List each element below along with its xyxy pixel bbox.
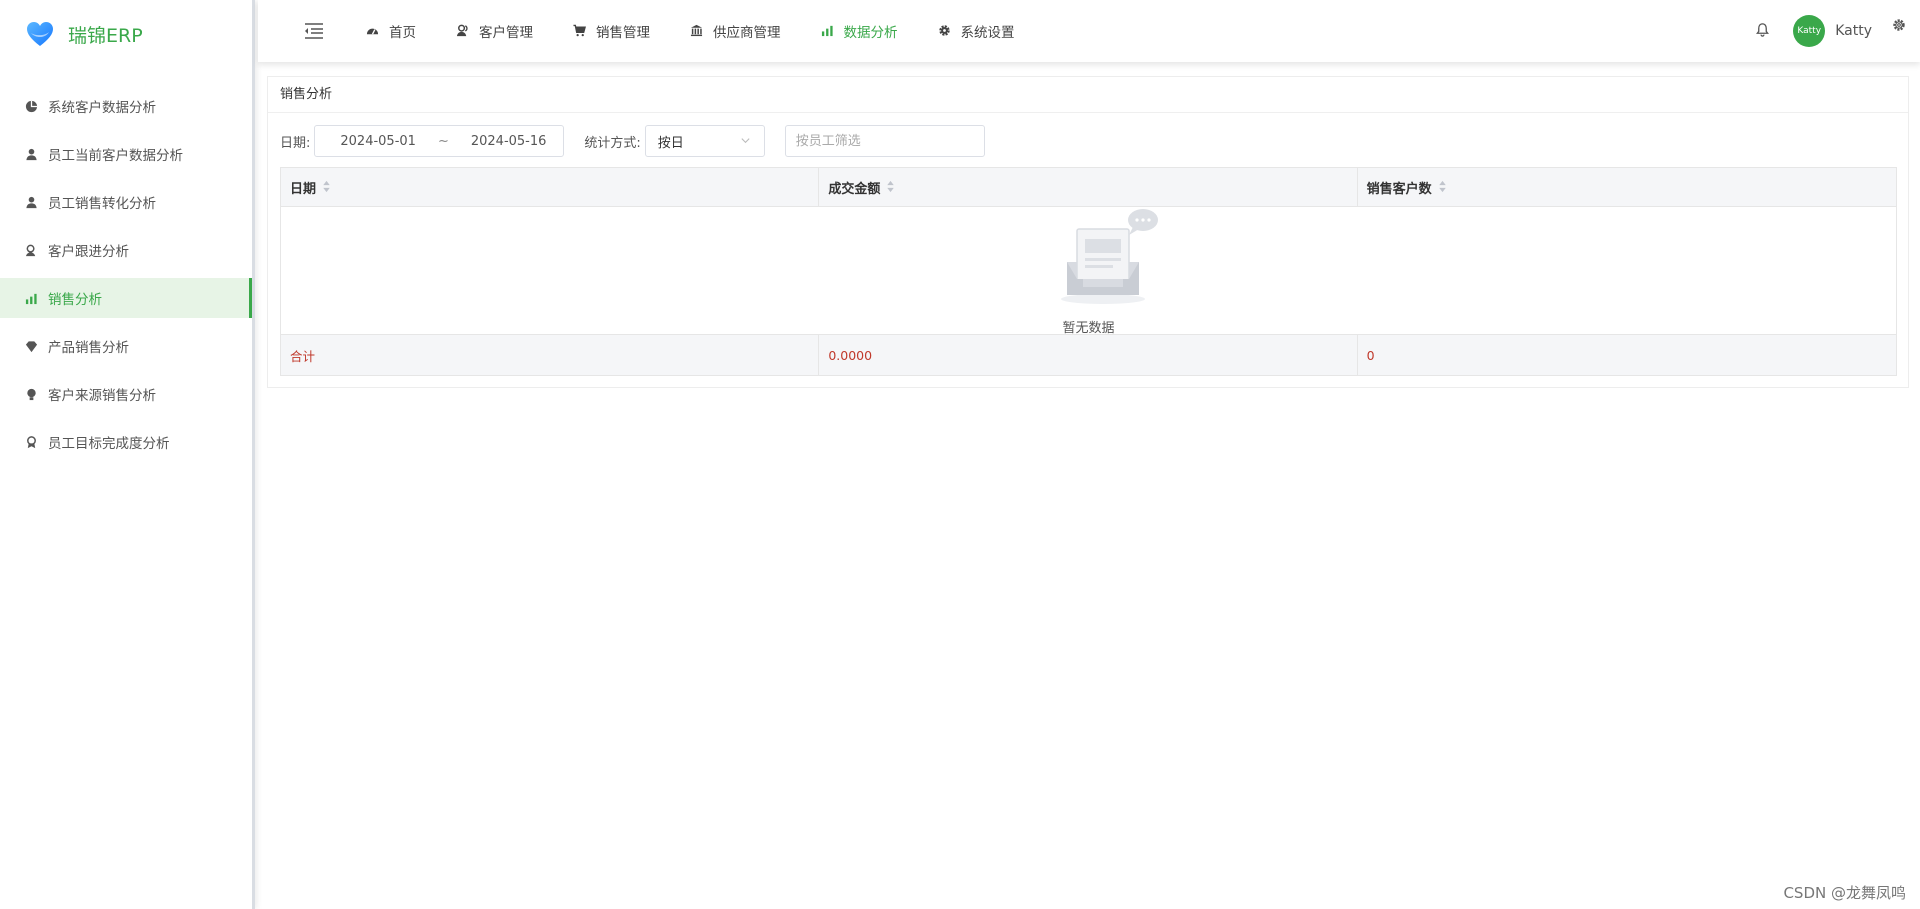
user-icon: [24, 195, 38, 209]
chevron-down-icon: [740, 135, 752, 147]
table-header: 日期 成交金额 销售客户数: [281, 168, 1896, 207]
sidebar-item-label: 员工目标完成度分析: [48, 436, 170, 452]
stat-method-label: 统计方式:: [584, 135, 641, 151]
bar-chart-icon: [821, 24, 835, 38]
page-title: 销售分析: [268, 77, 1908, 113]
medal-icon: [24, 435, 38, 449]
bell-icon[interactable]: [1755, 22, 1773, 40]
user-follow-icon: [24, 243, 38, 257]
sidebar-item-label: 客户跟进分析: [48, 244, 129, 260]
users-icon: [456, 24, 470, 38]
sales-table: 日期 成交金额 销售客户数 暂无数据 合计 0.0000 0: [280, 167, 1897, 376]
column-title: 销售客户数: [1366, 181, 1432, 197]
sidebar-item-label: 客户来源销售分析: [48, 388, 156, 404]
nav-label: 数据分析: [843, 25, 898, 41]
sort-icon[interactable]: [1438, 180, 1447, 194]
column-title: 成交金额: [828, 181, 881, 197]
column-title: 日期: [290, 181, 317, 197]
summary-amount: 0.0000: [819, 335, 1358, 375]
settings-gear-icon[interactable]: [1892, 18, 1908, 34]
app-name: 瑞锦ERP: [68, 24, 143, 47]
sidebar-item-label: 产品销售分析: [48, 340, 129, 356]
column-header-amount[interactable]: 成交金额: [819, 168, 1358, 206]
sidebar-item-label: 系统客户数据分析: [48, 100, 156, 116]
side-menu: 系统客户数据分析 员工当前客户数据分析 员工销售转化分析 客户跟进分析 销售分析: [0, 86, 252, 462]
stat-method-select[interactable]: 按日: [644, 125, 765, 157]
filter-bar: 日期: 2024-05-01 ~ 2024-05-16 统计方式: 按日: [268, 113, 1908, 169]
sidebar-item-product-sales-analysis[interactable]: 产品销售分析: [0, 326, 252, 366]
sidebar-item-customer-source-analysis[interactable]: 客户来源销售分析: [0, 374, 252, 414]
bank-icon: [690, 24, 704, 38]
sidebar-item-label: 销售分析: [48, 292, 102, 308]
top-navbar: 首页 客户管理 销售管理 供应商管理 数据分析 系统设置 Katty Katty: [258, 0, 1920, 62]
dashboard-icon: [366, 24, 380, 38]
pie-chart-icon: [24, 99, 38, 113]
sidebar-item-system-customer-analysis[interactable]: 系统客户数据分析: [0, 86, 252, 126]
nav-label: 系统设置: [960, 25, 1015, 41]
diamond-icon: [24, 339, 38, 353]
sidebar-item-label: 员工销售转化分析: [48, 196, 156, 212]
sort-icon[interactable]: [886, 180, 895, 194]
nav-data-analysis[interactable]: 数据分析: [801, 0, 918, 62]
app-logo[interactable]: 瑞锦ERP: [0, 0, 252, 68]
nav-system-settings[interactable]: 系统设置: [918, 0, 1035, 62]
sidebar-item-sales-analysis[interactable]: 销售分析: [0, 278, 252, 318]
table-summary-row: 合计 0.0000 0: [281, 335, 1896, 375]
avatar[interactable]: Katty: [1793, 15, 1826, 47]
sidebar-item-employee-target-analysis[interactable]: 员工目标完成度分析: [0, 422, 252, 462]
menu-collapse-icon[interactable]: [302, 19, 326, 43]
summary-label: 合计: [281, 335, 820, 375]
summary-customers: 0: [1366, 347, 1375, 363]
heart-logo-icon: [27, 22, 53, 46]
sidebar-item-label: 员工当前客户数据分析: [48, 148, 183, 164]
bulb-icon: [24, 387, 38, 401]
sidebar: 瑞锦ERP 系统客户数据分析 员工当前客户数据分析 员工销售转化分析 客户跟进分…: [0, 0, 255, 909]
date-separator: ~: [437, 133, 449, 149]
column-header-customers[interactable]: 销售客户数: [1358, 168, 1896, 206]
date-label: 日期:: [280, 135, 311, 151]
main-nav: 首页 客户管理 销售管理 供应商管理 数据分析 系统设置: [346, 0, 1035, 62]
employee-filter-input[interactable]: [784, 125, 985, 157]
empty-box-icon: [1061, 209, 1158, 304]
nav-label: 销售管理: [596, 25, 650, 41]
nav-label: 客户管理: [479, 25, 533, 41]
nav-customer-management[interactable]: 客户管理: [436, 0, 553, 62]
column-header-date[interactable]: 日期: [281, 168, 820, 206]
nav-sales-management[interactable]: 销售管理: [553, 0, 670, 62]
date-start[interactable]: 2024-05-01: [340, 134, 416, 149]
sidebar-item-customer-followup-analysis[interactable]: 客户跟进分析: [0, 230, 252, 270]
cart-icon: [573, 24, 587, 38]
empty-state: 暂无数据: [281, 207, 1896, 336]
stat-method-value: 按日: [657, 135, 684, 151]
bar-chart-icon: [24, 291, 38, 305]
nav-supplier-management[interactable]: 供应商管理: [670, 0, 801, 62]
sidebar-item-employee-customer-analysis[interactable]: 员工当前客户数据分析: [0, 134, 252, 174]
nav-home[interactable]: 首页: [346, 0, 436, 62]
gear-icon: [938, 24, 952, 38]
sidebar-item-employee-conversion-analysis[interactable]: 员工销售转化分析: [0, 182, 252, 222]
sales-analysis-panel: 销售分析 日期: 2024-05-01 ~ 2024-05-16 统计方式: 按…: [267, 76, 1909, 388]
watermark: CSDN @龙舞凤鸣: [1783, 884, 1906, 902]
nav-label: 供应商管理: [713, 25, 781, 41]
empty-text: 暂无数据: [1062, 321, 1115, 336]
nav-label: 首页: [389, 25, 416, 41]
user-icon: [24, 147, 38, 161]
date-end[interactable]: 2024-05-16: [471, 134, 547, 149]
username[interactable]: Katty: [1835, 23, 1872, 39]
sort-icon[interactable]: [322, 180, 331, 194]
date-range-picker[interactable]: 2024-05-01 ~ 2024-05-16: [314, 125, 565, 157]
